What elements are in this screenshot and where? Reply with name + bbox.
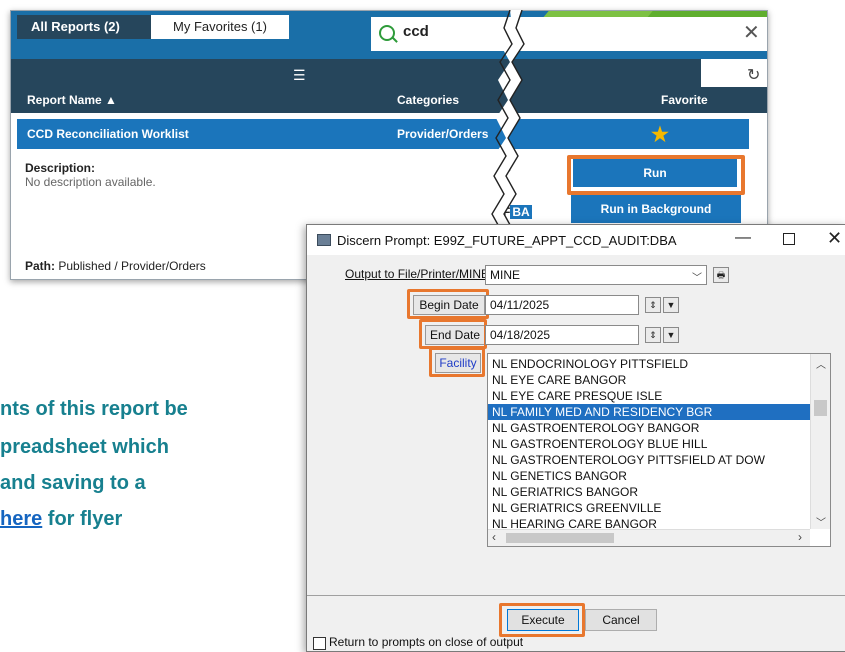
favorite-star-icon[interactable]: ★ [651,122,669,147]
list-item[interactable]: NL GASTROENTEROLOGY BANGOR [492,420,699,436]
chevron-down-icon: ﹀ [692,273,702,284]
calendar-dropdown-icon[interactable]: ▼ [663,297,679,313]
scroll-up-icon[interactable]: ︿ [816,356,826,371]
col-report-name[interactable]: Report Name ▲ [27,93,117,107]
search-box[interactable]: ccd ✕ [371,17,767,51]
report-table-header: Report Name ▲ Categories Favorite [11,87,767,113]
begin-date-input[interactable]: 04/11/2025 [485,295,639,315]
tab-bar [11,59,767,87]
execute-button-highlight [499,603,585,637]
end-date-highlight [419,319,487,349]
return-to-prompts-checkbox[interactable] [313,637,326,650]
dialog-separator [307,595,845,596]
col-favorite[interactable]: Favorite [661,93,708,107]
description-label: Description: [25,161,96,175]
list-item[interactable]: NL GENETICS BANGOR [492,468,627,484]
report-category-cell: Provider/Orders [397,127,489,141]
end-date-input[interactable]: 04/18/2025 [485,325,639,345]
list-item[interactable]: NL GERIATRICS BANGOR [492,484,638,500]
list-item[interactable]: NL EYE CARE PRESQUE ISLE [492,388,662,404]
cancel-button[interactable]: Cancel [585,609,657,631]
run-button-highlight [567,155,745,195]
list-item[interactable]: NL GASTROENTEROLOGY PITTSFIELD AT DOW [492,452,765,468]
table-row[interactable]: CCD Reconciliation Worklist Provider/Ord… [17,119,749,149]
vertical-scrollbar[interactable]: ︿ ﹀ [810,354,830,529]
filter-icon[interactable]: ☰ [293,67,307,84]
scroll-thumb-h[interactable] [506,533,614,543]
minimize-icon[interactable]: — [735,229,751,247]
facility-highlight [429,347,485,377]
run-in-background-button[interactable]: Run in Background [571,195,741,223]
tab-my-favorites[interactable]: My Favorites (1) [151,15,289,39]
description-text: No description available. [25,175,156,189]
scroll-left-icon[interactable]: ‹ [492,530,496,544]
return-to-prompts-label: Return to prompts on close of output [329,635,524,649]
report-path: Path: Published / Provider/Orders [25,259,206,273]
horizontal-scrollbar[interactable]: ‹ › [488,529,810,546]
list-item[interactable]: NL ENDOCRINOLOGY PITTSFIELD [492,356,688,372]
maximize-icon[interactable] [783,233,795,245]
flyer-link[interactable]: here [0,508,42,530]
list-item[interactable]: NL GERIATRICS GREENVILLE [492,500,661,516]
spinner-icon[interactable]: ⇕ [645,297,661,313]
calendar-dropdown-icon[interactable]: ▼ [663,327,679,343]
tab-all-reports[interactable]: All Reports (2) [17,15,155,39]
list-item[interactable]: NL GASTROENTEROLOGY BLUE HILL [492,436,707,452]
clear-search-icon[interactable]: ✕ [743,20,760,45]
search-input[interactable]: ccd [403,23,429,40]
refresh-icon[interactable]: ↻ [747,65,760,85]
dialog-title: Discern Prompt: E99Z_FUTURE_APPT_CCD_AUD… [337,233,677,248]
scroll-right-icon[interactable]: › [798,530,802,544]
app-icon [317,234,331,246]
list-item-selected[interactable]: NL FAMILY MED AND RESIDENCY BGR [488,404,814,420]
list-item[interactable]: NL EYE CARE BANGOR [492,372,626,388]
spinner-icon[interactable]: ⇕ [645,327,661,343]
callout-line-3: and saving to a [0,472,146,494]
callout-line-2: preadsheet which [0,436,169,458]
close-icon[interactable]: ✕ [827,228,842,249]
printer-icon[interactable]: 🖶 [713,267,729,283]
col-categories[interactable]: Categories [397,93,459,107]
search-icon [379,25,395,41]
output-label: Output to File/Printer/MINE [345,267,490,281]
output-select[interactable]: MINE ﹀ [485,265,707,285]
scroll-thumb[interactable] [814,400,827,416]
report-name-cell: CCD Reconciliation Worklist [27,127,189,141]
scroll-down-icon[interactable]: ﹀ [816,514,826,529]
facility-listbox[interactable]: NL ENDOCRINOLOGY PITTSFIELD NL EYE CARE … [487,353,831,547]
discern-prompt-dialog: Discern Prompt: E99Z_FUTURE_APPT_CCD_AUD… [306,224,845,652]
list-item[interactable]: NL HEARING CARE BANGOR [492,516,657,528]
dialog-title-bar: Discern Prompt: E99Z_FUTURE_APPT_CCD_AUD… [307,225,845,255]
callout-line-4: here for flyer [0,508,123,530]
callout-line-1: nts of this report be [0,398,188,420]
begin-date-highlight [407,289,489,319]
